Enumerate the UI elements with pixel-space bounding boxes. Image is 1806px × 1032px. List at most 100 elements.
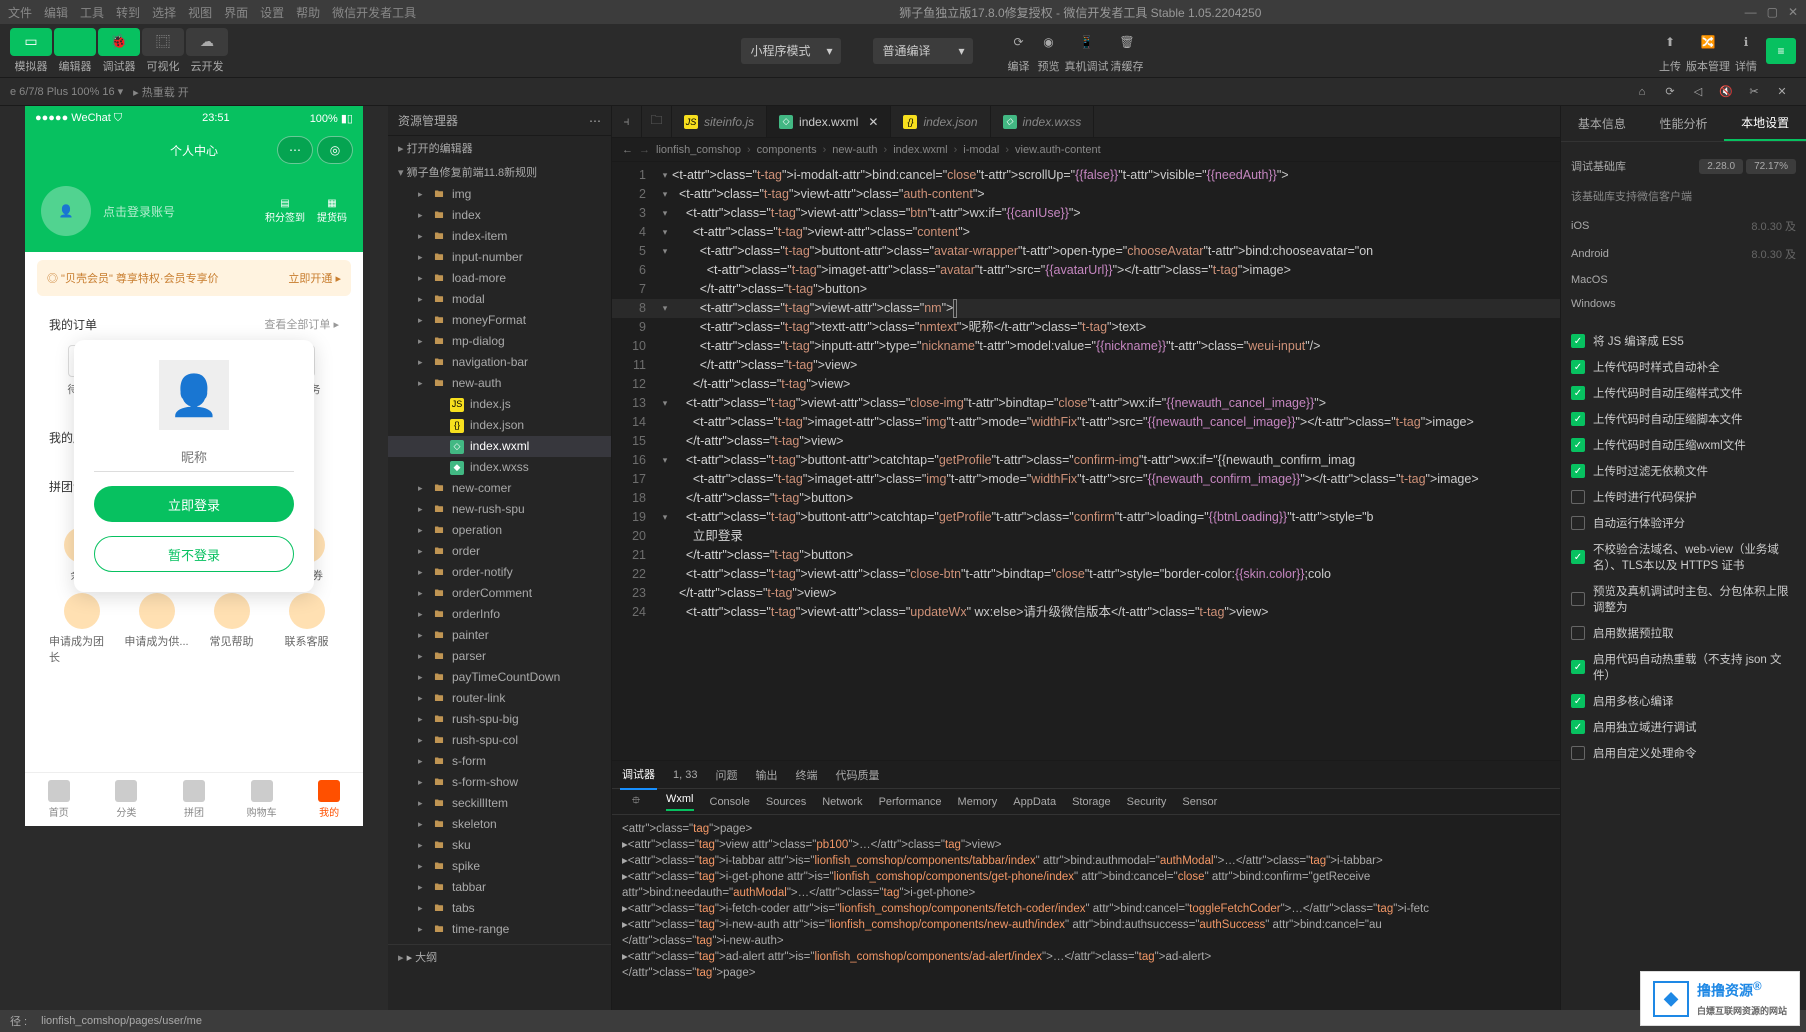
file-input-number[interactable]: 🖿input-number (388, 247, 611, 268)
file-s-form[interactable]: 🖿s-form (388, 751, 611, 772)
file-operation[interactable]: 🖿operation (388, 520, 611, 541)
mode-dropdown[interactable]: 小程序模式 (741, 38, 841, 64)
file-seckillItem[interactable]: 🖿seckillItem (388, 793, 611, 814)
file-order[interactable]: 🖿order (388, 541, 611, 562)
simulator-panel: ●●●●● WeChat ⛉ 23:51 100% ▮▯ 个人中心 ⋯ ◎ 👤 … (0, 106, 388, 1010)
file-new-comer[interactable]: 🖿new-comer (388, 478, 611, 499)
login-button[interactable]: 立即登录 (94, 486, 294, 522)
file-navigation-bar[interactable]: 🖿navigation-bar (388, 352, 611, 373)
device-selector[interactable]: e 6/7/8 Plus 100% 16 ▾ (10, 85, 123, 98)
nickname-input[interactable] (94, 444, 294, 472)
window-controls: — ▢ ✕ (1745, 5, 1798, 19)
tab-index.wxml[interactable]: ◇index.wxml✕ (767, 106, 891, 137)
file-index-item[interactable]: 🖿index-item (388, 226, 611, 247)
file-new-auth[interactable]: 🖿new-auth (388, 373, 611, 394)
file-index[interactable]: 🖿index (388, 205, 611, 226)
menu-帮助[interactable]: 帮助 (296, 4, 320, 21)
nav-back-icon[interactable]: ← (622, 144, 633, 156)
file-moneyFormat[interactable]: 🖿moneyFormat (388, 310, 611, 331)
tab-index.wxss[interactable]: ◇index.wxss (991, 106, 1095, 137)
menu-button[interactable]: ≡ (1766, 38, 1796, 64)
action-清缓存[interactable]: 🗑 (1113, 28, 1141, 56)
avatar-placeholder[interactable]: 👤 (159, 360, 229, 430)
file-painter[interactable]: 🖿painter (388, 625, 611, 646)
action-真机调试[interactable]: 📱 (1073, 28, 1101, 56)
code-editor[interactable]: 1▾<t-attr">class="t-tag">i-modal t-attr"… (612, 162, 1560, 760)
split-icon[interactable]: ⫞ (612, 106, 642, 137)
tb-编辑器[interactable] (54, 28, 96, 56)
cancel-button[interactable]: 暂不登录 (94, 536, 294, 572)
file-order-notify[interactable]: 🖿order-notify (388, 562, 611, 583)
explorer-icon[interactable]: 🗀 (642, 106, 672, 137)
statusbar: 径 : lionfish_comshop/pages/user/me (0, 1010, 1806, 1032)
hotreload-toggle[interactable]: ▸ 热重载 开 (133, 84, 189, 100)
mute-icon[interactable]: 🔇 (1712, 78, 1740, 106)
action-编译[interactable]: ⟳ (1005, 28, 1033, 56)
menu-编辑[interactable]: 编辑 (44, 4, 68, 21)
file-index.wxss[interactable]: ◆index.wxss (388, 457, 611, 478)
file-load-more[interactable]: 🖿load-more (388, 268, 611, 289)
right-上传[interactable]: ⬆ (1656, 28, 1684, 56)
more-icon[interactable]: ⋯ (589, 114, 601, 128)
file-tabbar[interactable]: 🖿tabbar (388, 877, 611, 898)
action-预览[interactable]: ◉ (1035, 28, 1063, 56)
home-icon[interactable]: ⌂ (1628, 78, 1656, 106)
file-time-range[interactable]: 🖿time-range (388, 919, 611, 940)
tb-云开发[interactable]: ☁ (186, 28, 228, 56)
cut-icon[interactable]: ✂ (1740, 78, 1768, 106)
file-parser[interactable]: 🖿parser (388, 646, 611, 667)
devtools-panel: 调试器1, 33问题输出终端代码质量 ⯐ WxmlConsoleSourcesN… (612, 760, 1560, 1010)
menu-文件[interactable]: 文件 (8, 4, 32, 21)
menu-微信开发者工具[interactable]: 微信开发者工具 (332, 4, 416, 21)
file-index.json[interactable]: {}index.json (388, 415, 611, 436)
close-icon[interactable]: ✕ (1788, 5, 1798, 19)
auth-modal-overlay: 👤 立即登录 暂不登录 (25, 106, 363, 826)
close-tab-icon[interactable]: ✕ (868, 115, 878, 129)
tb-可视化[interactable]: ⿴ (142, 28, 184, 56)
open-editors-section[interactable]: 打开的编辑器 (388, 136, 611, 160)
titlebar: 文件编辑工具转到选择视图界面设置帮助微信开发者工具 狮子鱼独立版17.8.0修复… (0, 0, 1806, 24)
right-详情[interactable]: ℹ (1732, 28, 1760, 56)
project-root-section[interactable]: 狮子鱼修复前端11.8新规则 (388, 160, 611, 184)
file-tabs[interactable]: 🖿tabs (388, 898, 611, 919)
compile-dropdown[interactable]: 普通编译 (873, 38, 973, 64)
rotate-icon[interactable]: ⟳ (1656, 78, 1684, 106)
nav-fwd-icon[interactable]: → (639, 144, 650, 156)
file-spike[interactable]: 🖿spike (388, 856, 611, 877)
file-s-form-show[interactable]: 🖿s-form-show (388, 772, 611, 793)
file-orderInfo[interactable]: 🖿orderInfo (388, 604, 611, 625)
file-rush-spu-big[interactable]: 🖿rush-spu-big (388, 709, 611, 730)
menu-工具[interactable]: 工具 (80, 4, 104, 21)
file-sku[interactable]: 🖿sku (388, 835, 611, 856)
breadcrumb: ← → lionfish_comshop›components›new-auth… (612, 138, 1560, 162)
file-orderComment[interactable]: 🖿orderComment (388, 583, 611, 604)
tb-调试器[interactable]: 🐞 (98, 28, 140, 56)
back-icon[interactable]: ◁ (1684, 78, 1712, 106)
minimize-icon[interactable]: — (1745, 5, 1757, 19)
close-sim-icon[interactable]: ✕ (1768, 78, 1796, 106)
inspect-icon[interactable]: ⯐ (622, 788, 650, 816)
file-index.wxml[interactable]: ◇index.wxml (388, 436, 611, 457)
file-new-rush-spu[interactable]: 🖿new-rush-spu (388, 499, 611, 520)
file-mp-dialog[interactable]: 🖿mp-dialog (388, 331, 611, 352)
file-router-link[interactable]: 🖿router-link (388, 688, 611, 709)
tb-模拟器[interactable]: ▭ (10, 28, 52, 56)
menu-转到[interactable]: 转到 (116, 4, 140, 21)
menu-视图[interactable]: 视图 (188, 4, 212, 21)
file-payTimeCountDown[interactable]: 🖿payTimeCountDown (388, 667, 611, 688)
right-版本管理[interactable]: 🔀 (1694, 28, 1722, 56)
editor-area: ⫞ 🗀 JSsiteinfo.js◇index.wxml✕{}index.jso… (612, 106, 1560, 1010)
maximize-icon[interactable]: ▢ (1767, 5, 1778, 19)
phone-frame: ●●●●● WeChat ⛉ 23:51 100% ▮▯ 个人中心 ⋯ ◎ 👤 … (25, 106, 363, 826)
file-img[interactable]: 🖿img (388, 184, 611, 205)
tab-siteinfo.js[interactable]: JSsiteinfo.js (672, 106, 767, 137)
file-modal[interactable]: 🖿modal (388, 289, 611, 310)
menu-选择[interactable]: 选择 (152, 4, 176, 21)
current-path[interactable]: lionfish_comshop/pages/user/me (41, 1015, 202, 1027)
menu-设置[interactable]: 设置 (260, 4, 284, 21)
file-skeleton[interactable]: 🖿skeleton (388, 814, 611, 835)
file-index.js[interactable]: JSindex.js (388, 394, 611, 415)
file-rush-spu-col[interactable]: 🖿rush-spu-col (388, 730, 611, 751)
tab-index.json[interactable]: {}index.json (891, 106, 990, 137)
menu-界面[interactable]: 界面 (224, 4, 248, 21)
